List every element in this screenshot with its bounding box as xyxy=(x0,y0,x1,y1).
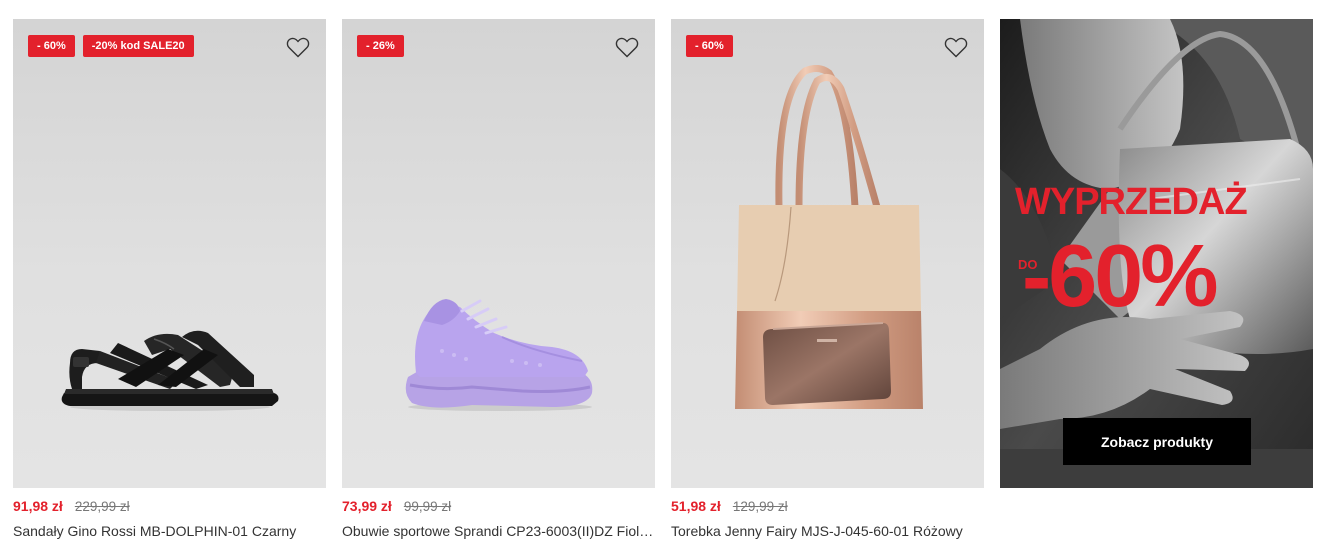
sale-price: 51,98 zł xyxy=(671,498,721,514)
heart-icon[interactable] xyxy=(615,36,639,58)
product-image-area[interactable]: - 26% xyxy=(342,19,655,488)
product-name[interactable]: Torebka Jenny Fairy MJS-J-045-60-01 Różo… xyxy=(671,523,984,539)
rose-gold-tote-bag-image xyxy=(735,65,923,409)
price-row: 91,98 zł 229,99 zł xyxy=(13,498,326,518)
sale-promo-banner[interactable]: WYPRZEDAŻ DO -60% Zobacz produkty xyxy=(1000,19,1313,488)
sale-price: 91,98 zł xyxy=(13,498,63,514)
badge-group: - 60% xyxy=(686,35,733,57)
heart-icon[interactable] xyxy=(286,36,310,58)
black-sandal-image xyxy=(61,330,279,411)
promo-title: WYPRZEDAŻ xyxy=(1015,181,1248,223)
lilac-sneaker-image xyxy=(405,299,593,411)
product-name[interactable]: Sandały Gino Rossi MB-DOLPHIN-01 Czarny xyxy=(13,523,326,539)
discount-badge: - 60% xyxy=(686,35,733,57)
original-price: 129,99 zł xyxy=(732,499,788,514)
badge-group: - 60% -20% kod SALE20 xyxy=(28,35,194,57)
promo-code-badge: -20% kod SALE20 xyxy=(82,35,194,57)
product-card[interactable]: - 60% 51,98 zł 129,99 zł Torebka Jenny F… xyxy=(671,19,984,539)
see-products-button[interactable]: Zobacz produkty xyxy=(1063,418,1251,465)
product-name[interactable]: Obuwie sportowe Sprandi CP23-6003(II)DZ … xyxy=(342,523,655,539)
product-image-area[interactable]: - 60% xyxy=(671,19,984,488)
badge-group: - 26% xyxy=(357,35,404,57)
product-card[interactable]: - 60% -20% kod SALE20 91,98 zł 229,99 zł… xyxy=(13,19,326,539)
heart-icon[interactable] xyxy=(944,36,968,58)
original-price: 229,99 zł xyxy=(74,499,130,514)
promo-discount-value: -60% xyxy=(1022,226,1218,325)
product-image-area[interactable]: - 60% -20% kod SALE20 xyxy=(13,19,326,488)
original-price: 99,99 zł xyxy=(403,499,452,514)
product-card[interactable]: - 26% 73,99 zł 99,99 zł Obuwie sportowe … xyxy=(342,19,655,539)
discount-badge: - 26% xyxy=(357,35,404,57)
price-row: 73,99 zł 99,99 zł xyxy=(342,498,655,518)
price-row: 51,98 zł 129,99 zł xyxy=(671,498,984,518)
sale-price: 73,99 zł xyxy=(342,498,392,514)
discount-badge: - 60% xyxy=(28,35,75,57)
